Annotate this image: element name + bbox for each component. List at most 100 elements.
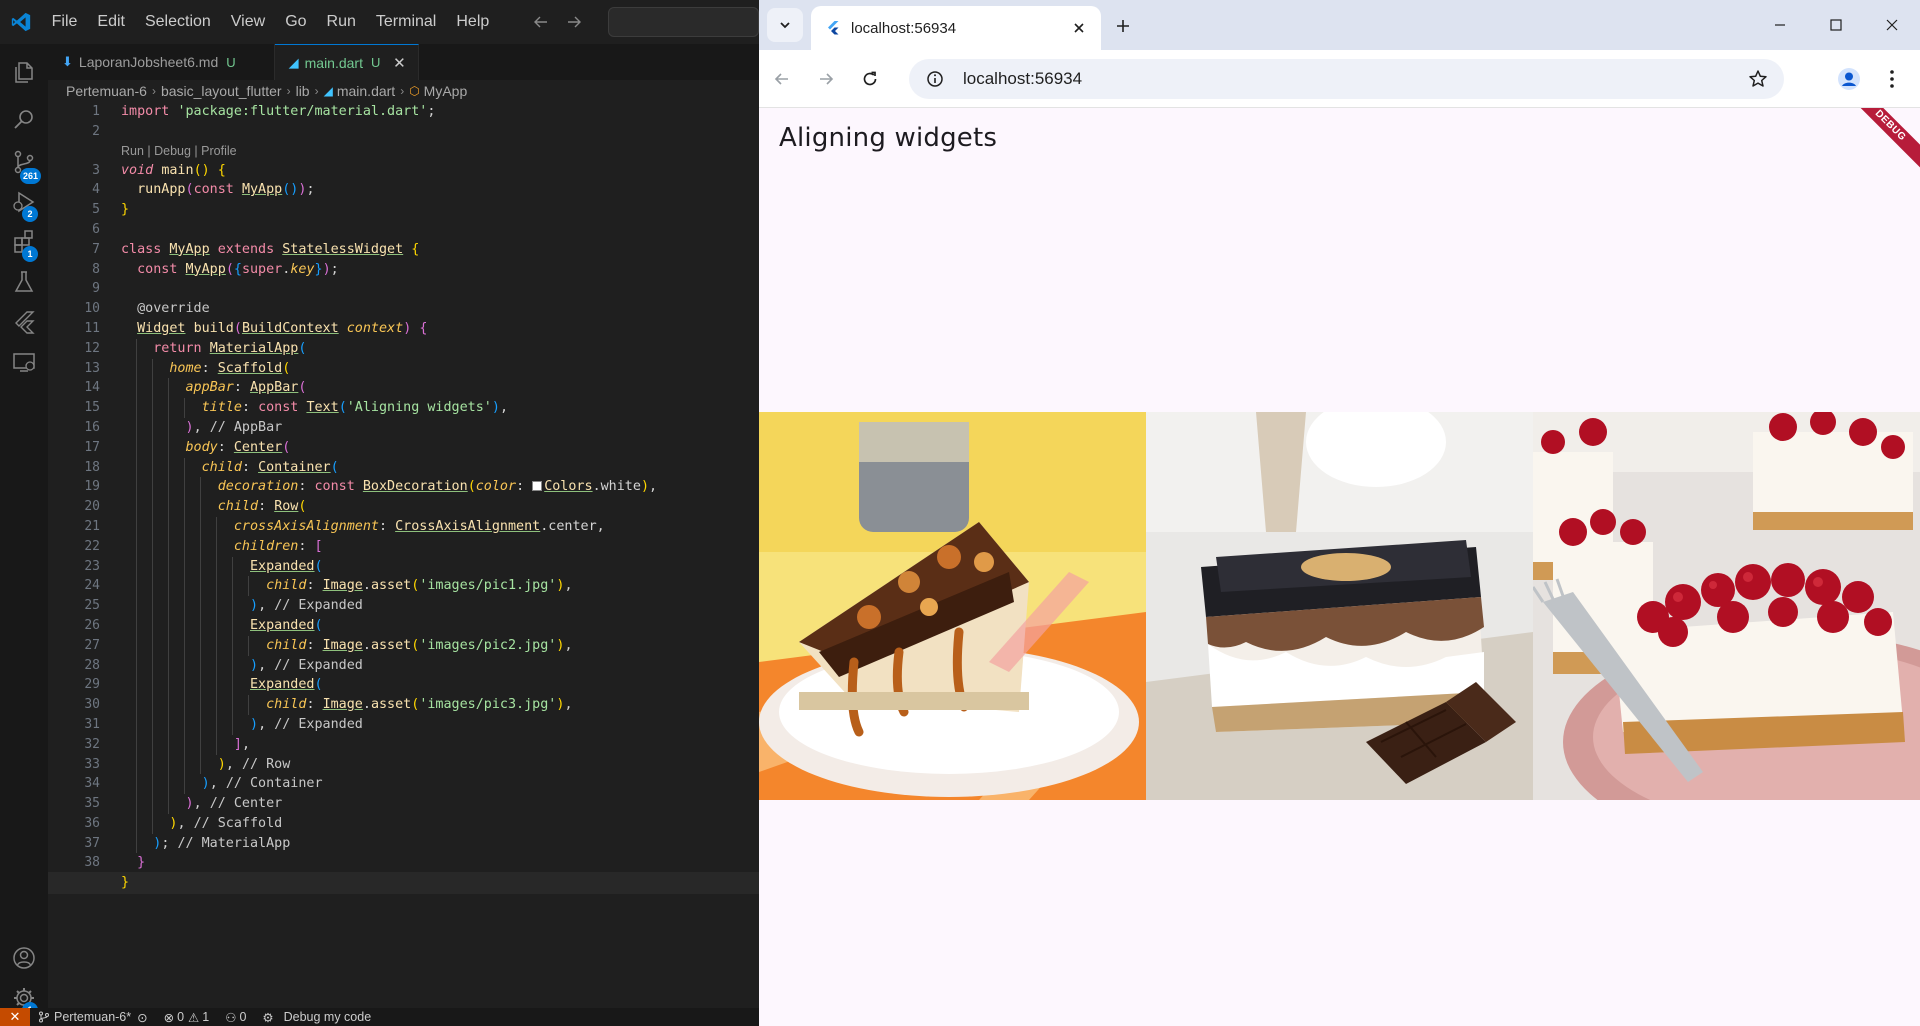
code-line: home: Scaffold( [121, 358, 759, 379]
line-number: 20 [84, 499, 100, 515]
browser-tab[interactable]: localhost:56934 [811, 6, 1101, 50]
chevron-right-icon: › [400, 84, 405, 98]
menu-view[interactable]: View [221, 7, 275, 37]
warning-count: 1 [202, 1010, 210, 1024]
line-number: 36 [84, 815, 100, 831]
line-number: 34 [84, 776, 100, 792]
tab-laporan-md[interactable]: ⬇ LaporanJobsheet6.md U [48, 44, 275, 80]
close-tab-icon[interactable] [1067, 16, 1091, 40]
code-line: runApp(const MyApp()); [137, 182, 315, 198]
browser-window: localhost:56934 localhost:56934 Aligning… [759, 0, 1920, 1026]
code-editor[interactable]: 1 2 3 4 5 6 7 8 9 10 11 12 13 14 15 16 1… [48, 102, 759, 1008]
problems-status[interactable]: ⊗ 0 ⚠ 1 [156, 1008, 218, 1026]
dart-icon: ◢ [323, 84, 333, 98]
app-bar-title: Aligning widgets [779, 123, 998, 153]
breadcrumb-item[interactable]: MyApp [424, 83, 468, 99]
menu-run[interactable]: Run [317, 7, 366, 37]
line-number: 22 [84, 538, 100, 554]
maximize-icon[interactable] [1808, 0, 1864, 50]
menu-terminal[interactable]: Terminal [366, 7, 446, 37]
breadcrumb-item[interactable]: lib [296, 83, 310, 99]
forward-arrow-icon[interactable] [811, 64, 841, 94]
breadcrumb-item[interactable]: basic_layout_flutter [161, 83, 282, 99]
line-number: 28 [84, 657, 100, 673]
profile-avatar-icon[interactable] [1834, 64, 1864, 94]
tab-main-dart[interactable]: ◢ main.dart U ✕ [274, 44, 420, 80]
reload-icon[interactable] [855, 64, 885, 94]
vscode-logo-icon [0, 0, 42, 44]
bookmark-star-icon[interactable] [1744, 65, 1772, 93]
branch-icon [39, 1011, 49, 1023]
line-number: 3 [92, 162, 100, 178]
breadcrumb-item[interactable]: Pertemuan-6 [66, 83, 147, 99]
flutter-app-viewport: Aligning widgets DEBUG [759, 108, 1920, 1026]
line-number: 24 [84, 578, 100, 594]
status-bar: ✕ Pertemuan-6* ⊙ ⊗ 0 ⚠ 1 ⚇ 0 ⚙ Debug my … [0, 1008, 759, 1026]
line-number: 10 [84, 301, 100, 317]
url-text[interactable]: localhost:56934 [963, 69, 1744, 89]
code-line: decoration: const BoxDecoration(color: C… [121, 477, 759, 498]
error-count: 0 [177, 1010, 185, 1024]
menu-file[interactable]: File [42, 7, 88, 37]
editor-tab-bar: ⬇ LaporanJobsheet6.md U ◢ main.dart U ✕ [48, 44, 759, 80]
code-line: appBar: AppBar( [121, 378, 759, 399]
code-line: child: Row( [121, 497, 759, 517]
browser-tab-title: localhost:56934 [851, 19, 957, 37]
back-arrow-icon[interactable] [767, 64, 797, 94]
line-number: 38 [84, 855, 100, 871]
remote-explorer-icon[interactable] [0, 338, 48, 386]
breadcrumb-item[interactable]: main.dart [337, 83, 395, 99]
line-number: 9 [92, 281, 100, 297]
code-line: ), // Row [121, 754, 759, 775]
tab-label: LaporanJobsheet6.md [78, 54, 219, 70]
search-icon[interactable] [0, 96, 48, 144]
menu-go[interactable]: Go [275, 7, 316, 37]
code-line: ); // MaterialApp [121, 833, 759, 854]
code-line: ), // Center [121, 794, 759, 814]
tab-label: main.dart [304, 54, 363, 71]
markdown-icon: ⬇ [62, 54, 73, 69]
close-icon[interactable]: ✕ [390, 54, 408, 72]
line-number: 17 [84, 439, 100, 455]
code-line: Expanded( [121, 675, 759, 696]
more-options-icon[interactable] [1877, 64, 1907, 94]
menu-edit[interactable]: Edit [87, 7, 135, 37]
forward-arrow-icon[interactable] [557, 7, 589, 37]
address-bar[interactable]: localhost:56934 [909, 59, 1784, 99]
branch-status[interactable]: Pertemuan-6* ⊙ [30, 1008, 156, 1026]
codelens[interactable]: Run | Debug | Profile [121, 142, 759, 161]
line-number: 7 [92, 241, 100, 257]
line-number: 27 [84, 637, 100, 653]
code-line: @override [137, 301, 210, 317]
code-line: } [137, 855, 146, 871]
line-number: 30 [84, 697, 100, 713]
new-tab-plus-icon[interactable] [1109, 12, 1137, 40]
code-line: Expanded( [121, 556, 759, 577]
line-number: 6 [92, 221, 100, 237]
line-number: 16 [84, 419, 100, 435]
line-number: 25 [84, 598, 100, 614]
menu-help[interactable]: Help [446, 7, 499, 37]
line-number: 32 [84, 736, 100, 752]
untracked-status: U [226, 54, 236, 70]
explorer-icon[interactable] [0, 48, 48, 96]
line-number: 31 [84, 716, 100, 732]
line-number: 33 [84, 756, 100, 772]
window-close-icon[interactable] [1864, 0, 1920, 50]
tab-search-chevron-down-icon[interactable] [767, 8, 803, 42]
minimize-icon[interactable] [1752, 0, 1808, 50]
back-arrow-icon[interactable] [525, 7, 557, 37]
line-number: 35 [84, 796, 100, 812]
menu-selection[interactable]: Selection [135, 7, 221, 37]
remote-indicator-icon[interactable]: ✕ [0, 1008, 30, 1026]
image-row [759, 412, 1920, 800]
cake-image-2 [1146, 412, 1533, 800]
vscode-titlebar: File Edit Selection View Go Run Terminal… [0, 0, 759, 44]
ports-status[interactable]: ⚇ 0 [217, 1008, 254, 1026]
command-center-search[interactable] [607, 7, 759, 37]
class-symbol-icon: ⬡ [409, 84, 420, 98]
debug-status[interactable]: ⚙ Debug my code [254, 1008, 379, 1026]
site-info-icon[interactable] [923, 67, 947, 91]
